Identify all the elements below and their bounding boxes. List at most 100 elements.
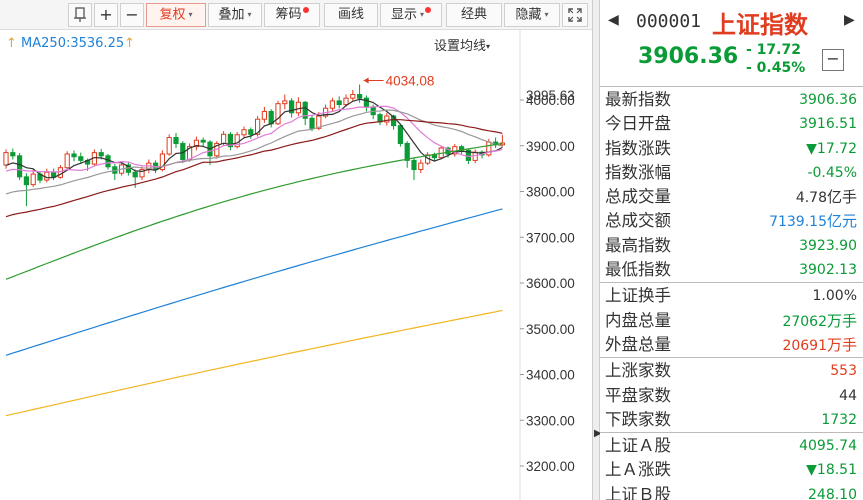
quote-row-value: ▼17.72: [806, 137, 857, 161]
adjust-dropdown[interactable]: 复权 ▾: [146, 3, 206, 27]
chevron-down-icon: ▾: [486, 42, 491, 51]
quote-row: 指数涨跌 ▼17.72: [600, 137, 863, 161]
candle-body: [363, 97, 369, 108]
price-tag-label: 3995.63: [526, 88, 575, 103]
quote-row-number: 3906.36: [799, 92, 857, 108]
ma-settings-dropdown[interactable]: 设置均线▾: [434, 35, 490, 54]
classic-button[interactable]: 经典: [446, 3, 502, 27]
pin-button[interactable]: [68, 3, 92, 27]
candle-body: [200, 139, 206, 143]
quote-row-label: 最高指数: [605, 235, 671, 255]
display-dropdown[interactable]: 显示 ▾: [380, 3, 442, 27]
quote-row: 外盘总量 20691万手: [600, 333, 863, 357]
quote-row-number: 3916.51: [799, 116, 857, 133]
candle-body: [57, 167, 63, 178]
quote-row: 上证Ｂ股 248.10: [600, 483, 863, 500]
candle-body: [336, 100, 342, 106]
display-label: 显示: [390, 7, 417, 23]
quote-row-number: 1.00%: [812, 288, 857, 305]
quote-row-label: 总成交量: [605, 187, 671, 207]
chips-button[interactable]: 筹码: [264, 3, 320, 27]
chevron-down-icon: ▾: [544, 10, 549, 19]
prev-symbol-icon[interactable]: ◀: [608, 12, 619, 28]
quote-row: 上涨家数 553: [600, 359, 863, 383]
quote-row-value: 3902.13: [799, 258, 857, 282]
quote-group: 最新指数 3906.36 今日开盘 3916.51 指数涨跌 ▼17.72 指数涨幅 -0.4…: [600, 86, 863, 282]
symbol-name: 上证指数: [712, 11, 808, 39]
quote-row: 上证Ａ股 4095.74: [600, 434, 863, 458]
y-tick-label: 3700.00: [526, 230, 575, 245]
hide-dropdown[interactable]: 隐藏 ▾: [504, 3, 560, 27]
quote-row-number: 4.78: [795, 190, 827, 207]
arrow-left-icon: [363, 77, 369, 84]
price-change: - 17.72: [746, 42, 801, 58]
candle-body: [295, 101, 301, 114]
fullscreen-button[interactable]: [562, 3, 588, 27]
arrow-up-icon: ↑: [124, 36, 136, 51]
quote-panel: ◀ 000001 上证指数 ▶ 3906.36 - 17.72 - 0.45% …: [600, 0, 863, 500]
quote-row-number: 553: [830, 363, 857, 380]
chart-toolbar: + − 复权 ▾ 叠加 ▾ 筹码 画线 显示 ▾ 经典 隐藏 ▾: [0, 0, 592, 30]
notification-dot-icon: [302, 7, 309, 13]
quote-row-label: 外盘总量: [605, 334, 671, 354]
quote-row-number: 3902.13: [799, 262, 857, 279]
quote-row: 总成交量 4.78亿手: [600, 185, 863, 209]
panel-splitter[interactable]: ▶: [592, 0, 602, 500]
quote-row-value: 20691万手: [782, 333, 857, 358]
y-tick-label: 3800.00: [526, 185, 575, 200]
quote-row-value: 248.10: [808, 483, 857, 500]
candle-body: [282, 100, 288, 105]
candle-body: [17, 155, 23, 178]
candle-body: [418, 162, 424, 171]
zoom-in-button[interactable]: +: [94, 3, 118, 27]
quote-row-unit: 万手: [826, 335, 857, 354]
quote-row-value: 4095.74: [799, 434, 857, 458]
quote-row-label: 总成交额: [605, 211, 671, 231]
next-symbol-icon[interactable]: ▶: [844, 12, 855, 28]
kline-plot[interactable]: 4000.003900.003800.003700.003600.003500.…: [0, 30, 592, 500]
candle-body: [397, 125, 403, 144]
zoom-out-button[interactable]: −: [120, 3, 144, 27]
quote-row-value: 44: [839, 384, 857, 408]
ma250-line: [5, 309, 503, 417]
candle-body: [23, 176, 29, 186]
overlay-dropdown[interactable]: 叠加 ▾: [208, 3, 262, 27]
candle-body: [411, 159, 417, 171]
quote-row-value: 1732: [821, 408, 857, 432]
candle-body: [261, 110, 267, 120]
candle-body: [309, 117, 315, 129]
kline-chart[interactable]: 4000.00 3900.00 3800.00 3700.00 3600.00 3500.…: [0, 30, 592, 500]
quote-row-number: 3923.90: [799, 237, 857, 254]
quote-row-label: 下跌家数: [605, 409, 671, 429]
candle-body: [30, 173, 36, 186]
chevron-down-icon: ▾: [420, 10, 425, 19]
candle-body: [329, 100, 335, 109]
candle-body: [78, 156, 84, 161]
quote-row-label: 指数涨跌: [605, 138, 671, 158]
quote-summary: 3906.36 - 17.72 - 0.45% −: [600, 42, 863, 86]
quote-row: 总成交额 7139.15亿元: [600, 209, 863, 233]
ma250-label: ↑ MA250:3536.25↑: [6, 36, 135, 51]
fullscreen-icon: [568, 8, 582, 22]
candle-body: [357, 94, 363, 99]
candle-body: [241, 129, 247, 136]
quote-row-unit: 万手: [826, 311, 857, 330]
pin-icon: [74, 7, 86, 22]
collapse-button[interactable]: −: [822, 49, 844, 71]
candle-body: [105, 155, 111, 168]
y-tick-label: 3200.00: [526, 459, 575, 474]
overlay-label: 叠加: [218, 7, 245, 23]
quote-row-label: 今日开盘: [605, 114, 671, 134]
candle-body: [44, 171, 50, 181]
ma250-value: MA250:3536.25: [21, 36, 125, 51]
quote-row-label: 上Ａ涨跌: [605, 460, 671, 480]
quote-row-value: 7139.15亿元: [769, 209, 857, 234]
quote-row-label: 上证换手: [605, 286, 671, 306]
quote-row: 今日开盘 3916.51: [600, 112, 863, 136]
quote-row-label: 平盘家数: [605, 385, 671, 405]
quote-row-number: 4095.74: [799, 438, 857, 455]
quote-row-value: 3916.51: [799, 112, 857, 136]
quote-row-number: 27062: [782, 313, 827, 330]
quote-row-value: 27062万手: [782, 309, 857, 334]
draw-line-button[interactable]: 画线: [324, 3, 378, 27]
